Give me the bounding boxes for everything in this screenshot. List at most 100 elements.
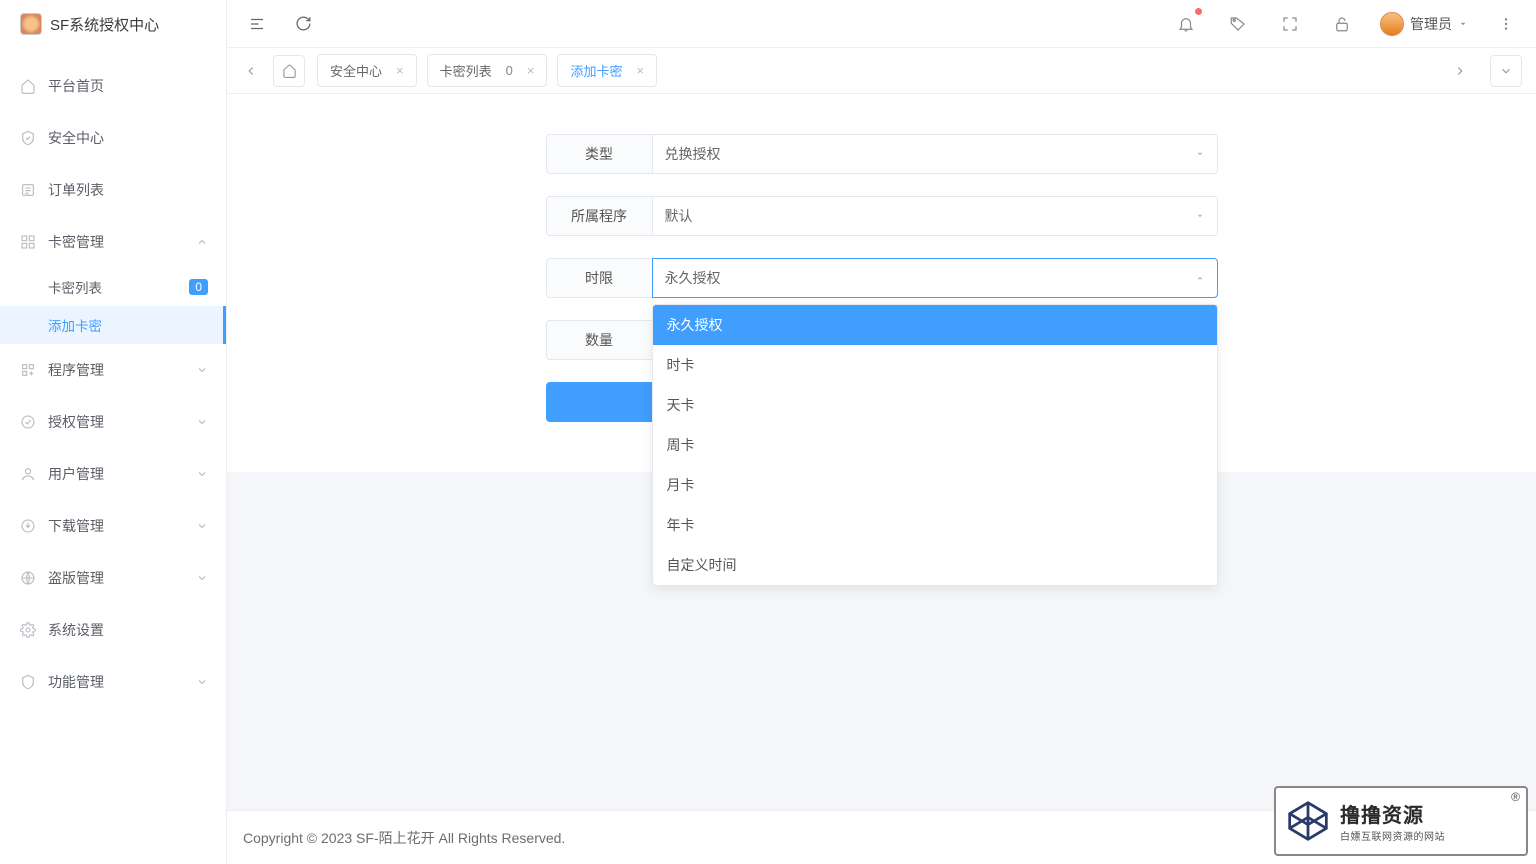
notifications-button[interactable] [1172,10,1200,38]
copyright-text: Copyright © 2023 SF-陌上花开 All Rights Rese… [243,828,565,848]
sidebar-item-program-manage[interactable]: 程序管理 [0,344,226,396]
sidebar-item-piracy-manage[interactable]: 盗版管理 [0,552,226,604]
collapse-sidebar-button[interactable] [243,10,271,38]
sidebar-item-download-manage[interactable]: 下载管理 [0,500,226,552]
fullscreen-button[interactable] [1276,10,1304,38]
tab-add-card[interactable]: 添加卡密 × [557,54,657,87]
sidebar-item-feature-manage[interactable]: 功能管理 [0,656,226,708]
close-icon[interactable]: × [636,63,644,78]
sidebar-item-user-manage[interactable]: 用户管理 [0,448,226,500]
duration-dropdown-panel: 永久授权 时卡 天卡 周卡 月卡 年卡 自定义时间 [652,304,1218,586]
tabs-container: 安全中心 × 卡密列表 0 × 添加卡密 × [317,54,657,87]
sidebar-item-platform-home[interactable]: 平台首页 [0,60,226,112]
close-icon[interactable]: × [527,63,535,78]
tab-label: 卡密列表 [440,61,492,80]
sidebar-submenu-card: 卡密列表 0 添加卡密 [0,268,226,344]
program-select[interactable]: 默认 [652,196,1218,236]
form-label-type: 类型 [546,134,652,174]
dropdown-option[interactable]: 天卡 [653,385,1217,425]
dropdown-option[interactable]: 月卡 [653,465,1217,505]
tag-button[interactable] [1224,10,1252,38]
dropdown-option[interactable]: 自定义时间 [653,545,1217,585]
grid-icon [20,234,36,250]
sidebar-item-label: 安全中心 [48,128,208,148]
watermark-subtitle: 白嫖互联网资源的网站 [1340,828,1445,843]
watermark-badge: 撸撸资源 白嫖互联网资源的网站 ® [1274,786,1528,856]
registered-mark: ® [1511,790,1520,804]
dropdown-option[interactable]: 周卡 [653,425,1217,465]
tab-security-center[interactable]: 安全中心 × [317,54,417,87]
watermark-logo-icon [1286,799,1330,843]
sidebar-item-label: 盗版管理 [48,568,196,588]
select-value: 默认 [665,206,693,226]
sidebar-item-order-list[interactable]: 订单列表 [0,164,226,216]
sidebar-item-system-settings[interactable]: 系统设置 [0,604,226,656]
tabs-scroll-left-button[interactable] [235,55,267,87]
dropdown-option[interactable]: 年卡 [653,505,1217,545]
user-menu[interactable]: 管理员 [1380,12,1468,36]
caret-down-icon [1195,211,1205,221]
logo-bar: SF系统授权中心 [0,0,226,48]
globe-icon [20,570,36,586]
tab-label: 添加卡密 [570,61,622,80]
sidebar-item-label: 下载管理 [48,516,196,536]
chevron-down-icon [196,520,208,532]
sidebar-item-label: 添加卡密 [48,315,205,335]
tab-badge: 0 [506,63,513,78]
caret-down-icon [1195,149,1205,159]
sidebar-item-auth-manage[interactable]: 授权管理 [0,396,226,448]
sidebar-item-security-center[interactable]: 安全中心 [0,112,226,164]
topbar: 管理员 [227,0,1536,48]
sidebar-item-label: 程序管理 [48,360,196,380]
gear-icon [20,622,36,638]
sidebar-item-label: 卡密列表 [48,277,161,297]
form-row-type: 类型 兑换授权 [227,134,1536,174]
topbar-right: 管理员 [1172,10,1520,38]
tab-label: 安全中心 [330,61,382,80]
tabs-scroll-right-button[interactable] [1444,55,1476,87]
notification-dot-icon [1195,8,1202,15]
user-name-label: 管理员 [1410,14,1452,34]
app-logo-icon [20,13,42,35]
check-circle-icon [20,414,36,430]
sidebar-item-label: 授权管理 [48,412,196,432]
list-icon [20,182,36,198]
more-button[interactable] [1492,10,1520,38]
chevron-up-icon [196,236,208,248]
refresh-button[interactable] [289,10,317,38]
chevron-down-icon [196,416,208,428]
sidebar: SF系统授权中心 平台首页 安全中心 订单列表 卡密管理 卡密列表 0 添加卡密 [0,0,227,864]
dropdown-option[interactable]: 时卡 [653,345,1217,385]
form-label-duration: 时限 [546,258,652,298]
chevron-down-icon [196,364,208,376]
shield-icon [20,130,36,146]
chevron-down-icon [196,676,208,688]
watermark-title: 撸撸资源 [1340,799,1445,828]
dropdown-option[interactable]: 永久授权 [653,305,1217,345]
type-select[interactable]: 兑换授权 [652,134,1218,174]
sidebar-item-label: 系统设置 [48,620,208,640]
home-icon [20,78,36,94]
apps-icon [20,362,36,378]
select-value: 永久授权 [665,268,721,288]
tab-card-list[interactable]: 卡密列表 0 × [427,54,548,87]
sidebar-subitem-add-card[interactable]: 添加卡密 [0,306,226,344]
caret-up-icon [1195,273,1205,283]
sidebar-item-label: 平台首页 [48,76,208,96]
chevron-down-icon [196,572,208,584]
sidebar-subitem-card-list[interactable]: 卡密列表 0 [0,268,226,306]
tabs-more-button[interactable] [1490,55,1522,87]
form-label-quantity: 数量 [546,320,652,360]
download-icon [20,518,36,534]
duration-select[interactable]: 永久授权 [652,258,1218,298]
chevron-down-icon [196,468,208,480]
tabs-home-button[interactable] [273,55,305,87]
caret-down-icon [1458,19,1468,29]
close-icon[interactable]: × [396,63,404,78]
sidebar-item-label: 订单列表 [48,180,208,200]
lock-button[interactable] [1328,10,1356,38]
sidebar-item-card-manage[interactable]: 卡密管理 [0,216,226,268]
content-area: 类型 兑换授权 所属程序 默认 时限 永久授权 [227,94,1536,810]
sidebar-item-label: 功能管理 [48,672,196,692]
main: 管理员 安全中心 × 卡密列表 0 × 添加卡密 × [227,0,1536,864]
